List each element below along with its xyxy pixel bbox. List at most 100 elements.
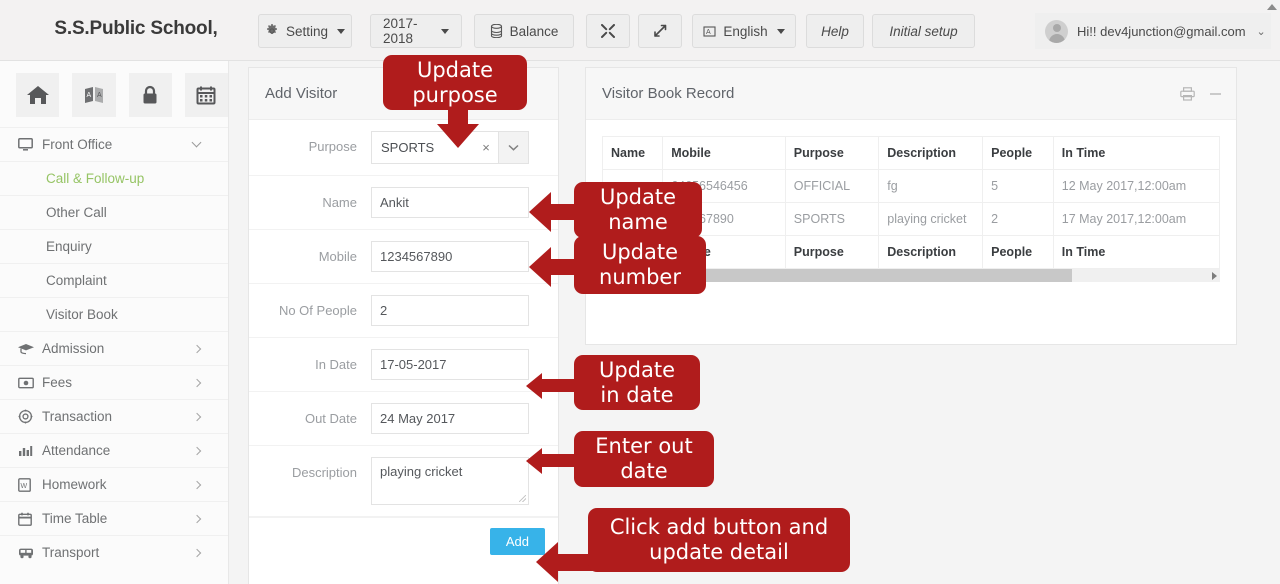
form-actions: Add [249, 517, 558, 555]
setting-label: Setting [285, 23, 329, 39]
expand-arrows-icon [601, 24, 615, 38]
user-menu[interactable]: Hi!! dev4junction@gmail.com ⌄ [1035, 13, 1271, 49]
callout-enter-out-date: Enter out date [574, 431, 714, 487]
session-label: 2017-2018 [383, 16, 418, 46]
sidebar-item-label: Transaction [42, 409, 113, 424]
sidebar-item-visitor-book[interactable]: Visitor Book [0, 297, 228, 331]
name-label: Name [322, 195, 357, 210]
chevron-down-icon [441, 28, 449, 34]
language-button[interactable]: A English [692, 14, 796, 48]
chevron-down-icon[interactable] [498, 132, 528, 163]
calendar-icon[interactable] [184, 73, 228, 117]
record-panel-header: Visitor Book Record [586, 68, 1236, 120]
svg-text:A: A [86, 92, 91, 99]
sidebar-item-label: Attendance [42, 443, 111, 458]
scroll-right-arrow-icon[interactable] [1212, 272, 1217, 280]
form-row-mobile: Mobile 1234567890 [249, 230, 558, 284]
document-icon: W [18, 477, 42, 492]
print-icon[interactable] [1180, 87, 1195, 101]
sidebar-item-label: Time Table [42, 511, 108, 526]
sidebar-item-other-call[interactable]: Other Call [0, 195, 228, 229]
cell-purpose: SPORTS [784, 202, 880, 236]
out-date-input[interactable]: 24 May 2017 [371, 403, 529, 434]
minimize-icon[interactable] [1209, 92, 1222, 96]
cell-description: fg [878, 169, 984, 203]
col-header-people[interactable]: People [982, 136, 1054, 170]
sidebar-item-time-table[interactable]: Time Table [0, 501, 228, 535]
col-header-mobile[interactable]: Mobile [662, 136, 786, 170]
chevron-right-icon [192, 514, 202, 523]
home-icon[interactable] [16, 73, 60, 117]
language-label: English [723, 23, 768, 39]
sidebar-nav: Front Office Call & Follow-up Other Call… [0, 127, 228, 569]
fullscreen-toggle-button[interactable] [638, 14, 682, 48]
form-row-out-date: Out Date 24 May 2017 [249, 392, 558, 446]
diagonal-arrows-icon [653, 24, 667, 38]
callout-update-purpose: Update purpose [383, 55, 527, 110]
lock-icon[interactable] [128, 73, 172, 117]
sidebar-item-call-followup[interactable]: Call & Follow-up [0, 161, 228, 195]
mobile-input[interactable]: 1234567890 [371, 241, 529, 272]
sidebar-item-front-office[interactable]: Front Office [0, 127, 228, 161]
col-header-purpose[interactable]: Purpose [784, 136, 880, 170]
form-row-description: Description playing cricket [249, 446, 558, 517]
balance-label: Balance [509, 23, 559, 39]
chevron-right-icon [192, 548, 202, 557]
sidebar-item-complaint[interactable]: Complaint [0, 263, 228, 297]
sidebar-item-label: Enquiry [46, 239, 92, 254]
footer-col-description: Description [878, 235, 984, 269]
callout-click-add: Click add button and update detail [588, 508, 850, 572]
name-input[interactable]: Ankit [371, 187, 529, 218]
cell-purpose: OFFICIAL [784, 169, 880, 203]
people-input[interactable]: 2 [371, 295, 529, 326]
col-header-name[interactable]: Name [601, 136, 664, 170]
chevron-right-icon [192, 344, 202, 353]
record-panel-title: Visitor Book Record [602, 85, 735, 102]
gear-icon [265, 24, 279, 38]
setting-button[interactable]: Setting [258, 14, 352, 48]
cell-people: 5 [982, 169, 1054, 203]
translate-icon[interactable]: AA [72, 73, 116, 117]
sidebar-item-label: Homework [42, 477, 107, 492]
svg-text:A: A [97, 92, 102, 99]
cell-in-time: 17 May 2017,12:00am [1052, 202, 1221, 236]
in-date-input[interactable]: 17-05-2017 [371, 349, 529, 380]
callout-update-name: Update name [574, 182, 702, 238]
sidebar-item-admission[interactable]: Admission [0, 331, 228, 365]
cell-people: 2 [982, 202, 1054, 236]
sidebar-item-attendance[interactable]: Attendance [0, 433, 228, 467]
chevron-down-icon [191, 137, 202, 148]
footer-col-people: People [982, 235, 1054, 269]
gear-icon [18, 409, 42, 424]
description-textarea[interactable]: playing cricket [371, 457, 529, 505]
sidebar: AA Front Office Call & Follow-up Other C… [0, 61, 229, 584]
scroll-up-arrow-icon[interactable] [1267, 4, 1277, 10]
sidebar-item-transport[interactable]: Transport [0, 535, 228, 569]
footer-col-in-time: In Time [1052, 235, 1221, 269]
sidebar-item-enquiry[interactable]: Enquiry [0, 229, 228, 263]
initial-setup-label: Initial setup [889, 23, 958, 39]
form-row-people: No Of People 2 [249, 284, 558, 338]
sidebar-item-homework[interactable]: W Homework [0, 467, 228, 501]
chevron-right-icon [192, 480, 202, 489]
sidebar-item-label: Transport [42, 545, 100, 560]
help-button[interactable]: Help [806, 14, 864, 48]
callout-update-number: Update number [574, 236, 706, 294]
col-header-description[interactable]: Description [878, 136, 984, 170]
balance-button[interactable]: Balance [474, 14, 574, 48]
initial-setup-button[interactable]: Initial setup [872, 14, 975, 48]
col-header-in-time[interactable]: In Time [1052, 136, 1221, 170]
sidebar-item-label: Other Call [46, 205, 107, 220]
avatar [1045, 19, 1068, 43]
chevron-right-icon [192, 412, 202, 421]
session-year-button[interactable]: 2017-2018 [370, 14, 462, 48]
purpose-label: Purpose [308, 139, 357, 154]
bus-icon [18, 547, 42, 559]
calendar-icon [18, 512, 42, 526]
chevron-down-icon [776, 28, 785, 34]
top-bar: S.S.Public School, Setting 2017-2018 Bal… [0, 0, 1280, 61]
sidebar-item-fees[interactable]: Fees [0, 365, 228, 399]
expand-arrows-button[interactable] [586, 14, 630, 48]
chevron-down-icon [337, 28, 346, 34]
sidebar-item-transaction[interactable]: Transaction [0, 399, 228, 433]
